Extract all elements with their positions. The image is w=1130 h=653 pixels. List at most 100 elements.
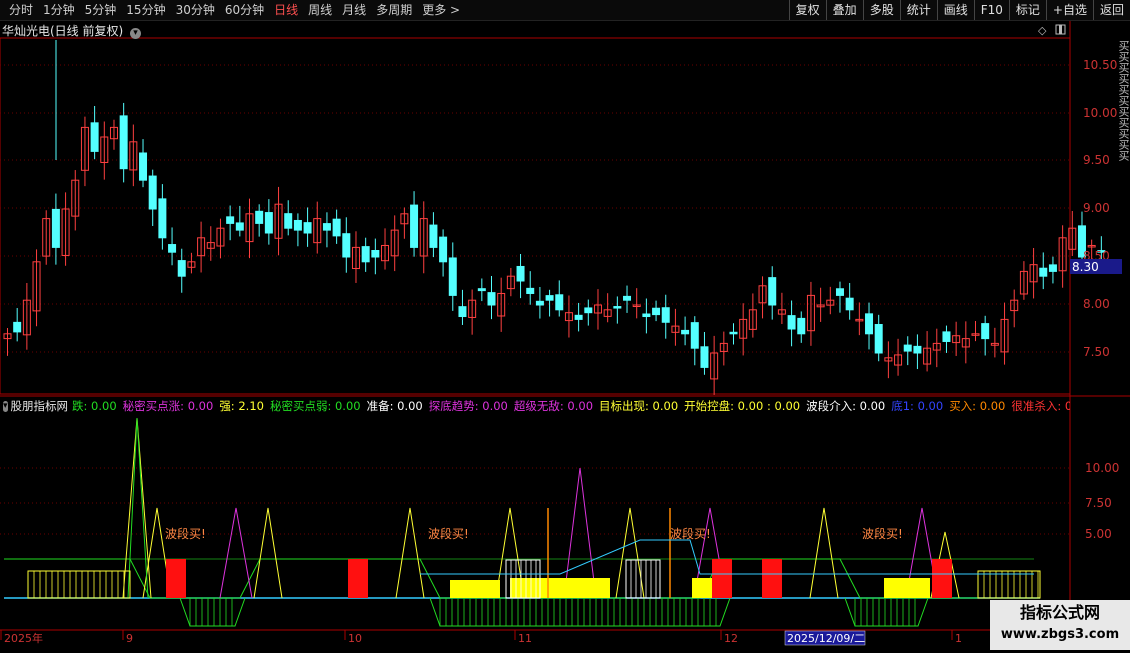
- period-tabs: 分时 1分钟 5分钟 15分钟 30分钟 60分钟 日线 周线 月线 多周期 更多 >: [0, 0, 465, 20]
- time-tick-label: 12: [724, 632, 738, 645]
- indicator-tick-label: 10.00: [1085, 461, 1119, 475]
- indicator-item-10: 底1: 0.00: [891, 399, 944, 413]
- period-tab-4[interactable]: 30分钟: [171, 0, 220, 20]
- candle-body: [545, 295, 554, 301]
- toolbar-buttons: 复权 叠加 多股 统计 画线 F10 标记 +自选 返回: [788, 0, 1130, 20]
- indicator-yellow-peak: [809, 507, 839, 599]
- indicator-item-5: 探底趋势: 0.00: [428, 399, 508, 413]
- red-block: [348, 559, 368, 598]
- indicator-item-9: 波段介入: 0.00: [806, 399, 886, 413]
- watermark-line2: www.zbgs3.com: [1000, 627, 1120, 642]
- candle-body: [226, 216, 235, 224]
- watermark-line1: 指标公式网: [1019, 603, 1100, 622]
- candle-body: [448, 257, 457, 296]
- candle-body: [487, 292, 496, 306]
- indicator-green-peak: [127, 417, 149, 599]
- watermark: 指标公式网 www.zbgs3.com: [990, 600, 1130, 650]
- toolbar-button-6[interactable]: 标记: [1008, 0, 1046, 20]
- candle-body: [942, 331, 951, 342]
- candle-body: [439, 236, 448, 263]
- toolbar-button-7[interactable]: +自选: [1045, 0, 1093, 20]
- buy-signal-label: 波段买!: [862, 526, 903, 541]
- buy-signal-label: 波段买!: [670, 526, 711, 541]
- price-tick-label: 10.00: [1083, 106, 1117, 120]
- candle-body: [177, 260, 186, 277]
- stock-title-text: 华灿光电(日线 前复权): [2, 24, 124, 38]
- candle-body: [903, 344, 912, 352]
- hatch-box: [977, 570, 1041, 599]
- toolbar-button-5[interactable]: F10: [973, 0, 1009, 20]
- yellow-block: [510, 578, 610, 598]
- period-tab-7[interactable]: 周线: [303, 0, 337, 20]
- candle-body: [835, 288, 844, 296]
- buy-signal-label: 波段买!: [428, 526, 469, 541]
- toolbar-button-2[interactable]: 多股: [862, 0, 900, 20]
- time-tick-label: 1: [955, 632, 962, 645]
- candle-body: [342, 233, 351, 258]
- indicator-yellow-peak: [253, 507, 283, 599]
- cursor-date: 2025/12/09/二: [787, 632, 865, 645]
- time-tick-label: 9: [126, 632, 133, 645]
- indicator-item-12: 很准杀入: 0.00: [1011, 399, 1070, 413]
- indicator-item-1: 秘密买点涨: 0.00: [122, 399, 214, 413]
- candle-body: [690, 322, 699, 349]
- indicator-item-6: 超级无敌: 0.00: [513, 399, 594, 413]
- period-tab-8[interactable]: 月线: [337, 0, 371, 20]
- indicator-item-2: 强: 2.10: [219, 399, 264, 413]
- toolbar-button-3[interactable]: 统计: [899, 0, 937, 20]
- toolbar-button-4[interactable]: 画线: [936, 0, 974, 20]
- candle-body: [787, 315, 796, 330]
- toolbar-button-0[interactable]: 复权: [788, 0, 826, 20]
- diamond-icon[interactable]: ◇: [1038, 24, 1047, 37]
- panel-toggle-icon-bar: [1059, 25, 1062, 34]
- candle-body: [90, 122, 99, 152]
- candle-body: [168, 244, 177, 253]
- candle-body: [681, 329, 690, 335]
- period-tab-5[interactable]: 60分钟: [220, 0, 269, 20]
- candle-body: [874, 324, 883, 354]
- toolbar-button-1[interactable]: 叠加: [825, 0, 863, 20]
- hatch-box: [27, 570, 131, 599]
- period-tab-10[interactable]: 更多 >: [417, 0, 465, 20]
- time-tick-label: 11: [518, 632, 532, 645]
- candle-body: [526, 287, 535, 294]
- candle-body: [158, 198, 167, 239]
- price-tick-label: 8.00: [1083, 297, 1110, 311]
- candle-body: [574, 314, 583, 320]
- candle-body: [264, 212, 273, 234]
- indicator-item-0: 跌: 0.00: [72, 399, 117, 413]
- period-tab-1[interactable]: 1分钟: [38, 0, 80, 20]
- candle-body: [477, 288, 486, 292]
- candle-body: [623, 295, 632, 301]
- period-tab-2[interactable]: 5分钟: [80, 0, 122, 20]
- candle-body: [768, 277, 777, 306]
- period-tab-6[interactable]: 日线: [269, 0, 303, 20]
- indicator-name[interactable]: 股朋指标网: [11, 398, 69, 414]
- indicator-lines: 波段买! 波段买! 波段买! 波段买!: [4, 417, 1041, 627]
- candle-body: [584, 307, 593, 314]
- candle-body: [332, 218, 341, 237]
- chart-area[interactable]: 波段买! 波段买! 波段买! 波段买! 10.50 10.00 9.50 9.00 8.50 8…: [0, 21, 1130, 650]
- period-tab-3[interactable]: 15分钟: [121, 0, 170, 20]
- period-tab-0[interactable]: 分时: [4, 0, 38, 20]
- candle-body: [535, 300, 544, 306]
- candle-body: [865, 313, 874, 335]
- candle-body: [613, 306, 622, 309]
- indicator-yellow-peak: [615, 507, 645, 599]
- indicator-yellow-peak: [395, 507, 425, 599]
- toolbar: 分时 1分钟 5分钟 15分钟 30分钟 60分钟 日线 周线 月线 多周期 更多 > 复权 叠加 多股…: [0, 0, 1130, 21]
- period-tab-9[interactable]: 多周期: [371, 0, 417, 20]
- chevron-down-icon[interactable]: ▾: [3, 400, 8, 412]
- candle-body: [642, 313, 651, 318]
- buy-signal-label: 波段买!: [165, 526, 206, 541]
- kline-chart[interactable]: 波段买! 波段买! 波段买! 波段买! 10.5010.009.509.008.508…: [0, 21, 1130, 650]
- toolbar-button-8[interactable]: 返回: [1092, 0, 1130, 20]
- candlesticks: [3, 40, 1106, 395]
- candle-body: [797, 317, 806, 335]
- candle-body: [700, 346, 709, 368]
- stock-title[interactable]: 华灿光电(日线 前复权) ▾: [2, 22, 142, 39]
- candle-body: [652, 307, 661, 316]
- candle-body: [729, 331, 738, 335]
- candle-body: [139, 152, 148, 181]
- chevron-down-icon[interactable]: ▾: [130, 28, 142, 39]
